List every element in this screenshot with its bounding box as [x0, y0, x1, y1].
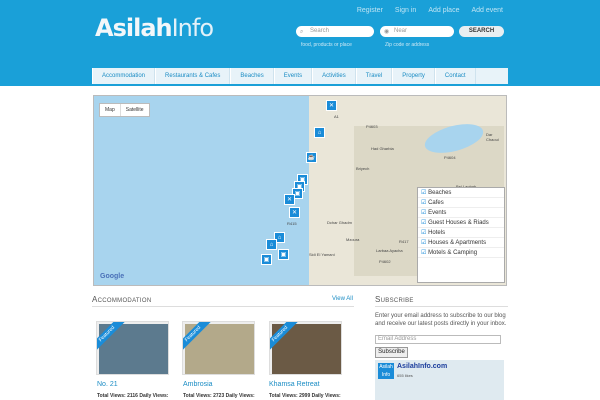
subscribe-text: Enter your email address to subscribe to… — [375, 313, 507, 327]
restaurant-marker-icon[interactable]: ✕ — [284, 194, 295, 205]
sign-in-link[interactable]: Sign in — [395, 7, 416, 14]
checkbox-icon: ☑ — [421, 230, 427, 236]
nav-travel[interactable]: Travel — [355, 68, 393, 84]
legend-item-cafes[interactable]: ☑ Cafes — [418, 198, 504, 208]
listing-views: Total Views: 2116 Daily Views: — [97, 393, 169, 399]
nav-contact[interactable]: Contact — [434, 68, 476, 84]
listing-title[interactable]: No. 21 — [97, 381, 118, 388]
accommodation-title: Accommodation — [92, 295, 152, 304]
map-place: Briyech — [356, 166, 370, 171]
hotel-marker-icon[interactable]: ▣ — [278, 249, 289, 260]
facebook-page-thumbnail[interactable]: Asilah Info — [378, 363, 394, 379]
legend-item-events[interactable]: ☑ Events — [418, 208, 504, 218]
location-icon: ◉ — [384, 29, 390, 35]
house-marker-icon[interactable]: ⌂ — [266, 239, 277, 250]
nav-beaches[interactable]: Beaches — [230, 68, 274, 84]
listing-views: Total Views: 2723 Daily Views: — [183, 393, 255, 399]
nav-activities[interactable]: Activities — [312, 68, 356, 84]
legend-item-guest-houses[interactable]: ☑ Guest Houses & Riads — [418, 218, 504, 228]
search-icon: ⌕ — [300, 29, 304, 35]
checkbox-icon: ☑ — [421, 250, 427, 256]
divider — [375, 306, 508, 307]
add-place-link[interactable]: Add place — [428, 7, 459, 14]
road-label: A1 — [334, 114, 339, 119]
places-map[interactable]: Map Satellite Briyech Had Gharbia Dchar … — [93, 95, 507, 286]
checkbox-icon: ☑ — [421, 190, 427, 196]
road-label: R417 — [399, 239, 409, 244]
near-hint: Zip code or address — [385, 42, 430, 48]
listing-card[interactable]: Featured — [96, 321, 169, 375]
map-place: Dchar Ghadm — [327, 220, 352, 225]
legend-item-hotels[interactable]: ☑ Hotels — [418, 228, 504, 238]
near-input[interactable]: ◉ Near — [380, 26, 454, 37]
map-type-control: Map Satellite — [99, 103, 150, 117]
cafe-marker-icon[interactable]: ☕ — [306, 152, 317, 163]
legend-item-motels[interactable]: ☑ Motels & Camping — [418, 248, 504, 258]
map-place: Larbaa Ayacha — [376, 248, 403, 253]
nav-property[interactable]: Property — [392, 68, 435, 84]
subscribe-button[interactable]: Subscribe — [375, 347, 408, 358]
nav-restaurants-cafes[interactable]: Restaurants & Cafes — [155, 68, 231, 84]
satellite-button[interactable]: Satellite — [121, 104, 149, 116]
add-event-link[interactable]: Add event — [471, 7, 503, 14]
google-logo[interactable]: Google — [100, 273, 124, 280]
road-label: P4603 — [366, 124, 378, 129]
main-nav: Accommodation Restaurants & Cafes Beache… — [92, 68, 508, 84]
nav-events[interactable]: Events — [273, 68, 313, 84]
facebook-likes: 655 likes — [397, 373, 413, 378]
search-hint: food, products or place — [301, 42, 352, 48]
hotel-marker-icon[interactable]: ▣ — [261, 254, 272, 265]
listing-title[interactable]: Khamsa Retreat — [269, 381, 320, 388]
view-all-link[interactable]: View All — [332, 296, 353, 302]
house-marker-icon[interactable]: ⌂ — [314, 127, 325, 138]
site-logo[interactable]: AsilahInfo — [95, 14, 214, 42]
nav-accommodation[interactable]: Accommodation — [92, 68, 156, 84]
restaurant-marker-icon[interactable]: ✕ — [326, 100, 337, 111]
road-label: P4602 — [379, 259, 391, 264]
road-label: R415 — [287, 221, 297, 226]
checkbox-icon: ☑ — [421, 240, 427, 246]
map-legend: ☑ Beaches ☑ Cafes ☑ Events ☑ Guest House… — [417, 187, 505, 283]
search-button[interactable]: SEARCH — [459, 26, 504, 37]
checkbox-icon: ☑ — [421, 220, 427, 226]
email-field[interactable]: Email Address — [375, 335, 501, 344]
map-place: Had Gharbia — [371, 146, 394, 151]
facebook-page-name[interactable]: AsilahInfo.com — [397, 363, 447, 370]
divider — [92, 306, 354, 307]
top-links: Register Sign in Add place Add event — [357, 7, 503, 14]
checkbox-icon: ☑ — [421, 210, 427, 216]
map-button[interactable]: Map — [100, 104, 121, 116]
legend-item-houses[interactable]: ☑ Houses & Apartments — [418, 238, 504, 248]
register-link[interactable]: Register — [357, 7, 383, 14]
listing-card[interactable]: Featured — [182, 321, 255, 375]
listing-card[interactable]: Featured — [269, 321, 342, 375]
checkbox-icon: ☑ — [421, 200, 427, 206]
map-place: Dar Chaoui — [486, 132, 499, 142]
map-place: Mzoura — [346, 237, 360, 242]
listing-title[interactable]: Ambrosia — [183, 381, 213, 388]
road-label: P4604 — [444, 155, 456, 160]
map-place: Sidi El Yamani — [309, 252, 335, 257]
subscribe-title: Subscribe — [375, 295, 414, 304]
search-input[interactable]: ⌕ Search — [296, 26, 374, 37]
listing-views: Total Views: 2999 Daily Views: — [269, 393, 341, 399]
event-marker-icon[interactable]: ✕ — [289, 207, 300, 218]
legend-item-beaches[interactable]: ☑ Beaches — [418, 188, 504, 198]
